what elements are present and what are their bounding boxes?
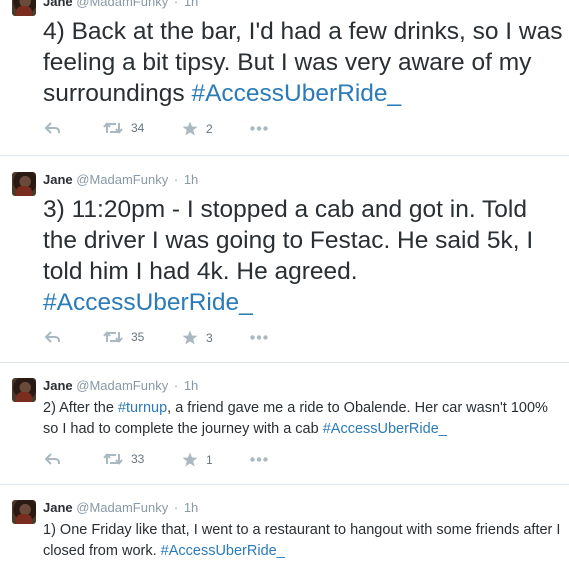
- ellipsis-icon: [250, 126, 268, 131]
- hashtag-link[interactable]: #turnup: [118, 400, 167, 416]
- hashtag-link[interactable]: #AccessUberRide_: [161, 543, 285, 559]
- retweet-button[interactable]: 34: [103, 121, 144, 135]
- tweet-1: Jane @MadamFunky · 1h 1) One Friday like…: [0, 485, 569, 570]
- tweet-text: 3) 11:20pm - I stopped a cab and got in.…: [43, 194, 563, 318]
- retweet-button[interactable]: 33: [103, 452, 144, 466]
- avatar[interactable]: [12, 500, 36, 524]
- tweet-text-part: 2) After the: [43, 400, 118, 416]
- more-button[interactable]: [250, 457, 268, 462]
- tweet-2: Jane @MadamFunky · 1h 2) After the #turn…: [0, 363, 569, 481]
- tweet-header: Jane @MadamFunky · 1h: [43, 0, 198, 9]
- retweet-button[interactable]: 35: [103, 330, 144, 344]
- separator-dot: ·: [173, 378, 179, 393]
- author-handle[interactable]: @MadamFunky: [76, 172, 168, 187]
- reply-icon: [45, 122, 60, 134]
- favorite-button[interactable]: 3: [182, 330, 213, 345]
- tweet-text: 4) Back at the bar, I'd had a few drinks…: [43, 16, 563, 109]
- author-handle[interactable]: @MadamFunky: [76, 378, 168, 393]
- tweet-text-body: 3) 11:20pm - I stopped a cab and got in.…: [43, 196, 534, 285]
- author-name[interactable]: Jane: [43, 500, 73, 515]
- favorite-button[interactable]: 1: [182, 452, 213, 467]
- hashtag-link[interactable]: #AccessUberRide_: [323, 421, 447, 437]
- star-icon: [182, 121, 198, 136]
- tweet-header: Jane @MadamFunky · 1h: [43, 378, 198, 393]
- tweet-header: Jane @MadamFunky · 1h: [43, 500, 198, 515]
- author-name[interactable]: Jane: [43, 172, 73, 187]
- retweet-icon: [103, 453, 123, 465]
- tweet-actions: 34 2: [43, 121, 343, 141]
- retweet-count: 35: [131, 330, 145, 344]
- hashtag-link[interactable]: #AccessUberRide_: [43, 289, 253, 316]
- avatar[interactable]: [12, 378, 36, 402]
- author-handle[interactable]: @MadamFunky: [76, 500, 168, 515]
- timestamp[interactable]: 1h: [184, 378, 198, 393]
- star-icon: [182, 452, 198, 467]
- timestamp[interactable]: 1h: [184, 0, 198, 9]
- retweet-count: 34: [131, 121, 145, 135]
- tweet-actions: 33 1: [43, 452, 343, 472]
- avatar[interactable]: [12, 0, 36, 16]
- author-handle[interactable]: @MadamFunky: [76, 0, 168, 9]
- author-name[interactable]: Jane: [43, 0, 73, 9]
- more-button[interactable]: [250, 126, 268, 131]
- favorite-count: 2: [206, 121, 213, 136]
- tweet-text: 1) One Friday like that, I went to a res…: [43, 520, 563, 562]
- tweet-header: Jane @MadamFunky · 1h: [43, 172, 198, 187]
- separator-dot: ·: [173, 0, 179, 9]
- tweet-4: Jane @MadamFunky · 1h 4) Back at the bar…: [0, 0, 569, 152]
- reply-icon: [45, 331, 60, 343]
- separator-dot: ·: [173, 500, 179, 515]
- reply-button[interactable]: [45, 330, 61, 344]
- timestamp[interactable]: 1h: [184, 500, 198, 515]
- favorite-count: 3: [206, 330, 213, 345]
- tweet-actions: 35 3: [43, 330, 343, 350]
- tweet-text-body: 1) One Friday like that, I went to a res…: [43, 522, 561, 559]
- hashtag-link[interactable]: #AccessUberRide_: [191, 80, 401, 107]
- ellipsis-icon: [250, 457, 268, 462]
- tweet-text: 2) After the #turnup, a friend gave me a…: [43, 398, 563, 440]
- separator-dot: ·: [173, 172, 179, 187]
- favorite-count: 1: [206, 452, 213, 467]
- retweet-icon: [103, 331, 123, 343]
- retweet-count: 33: [131, 452, 145, 466]
- timestamp[interactable]: 1h: [184, 172, 198, 187]
- reply-icon: [45, 453, 60, 465]
- ellipsis-icon: [250, 335, 268, 340]
- tweet-3: Jane @MadamFunky · 1h 3) 11:20pm - I sto…: [0, 156, 569, 361]
- reply-button[interactable]: [45, 121, 61, 135]
- more-button[interactable]: [250, 335, 268, 340]
- retweet-icon: [103, 122, 123, 134]
- favorite-button[interactable]: 2: [182, 121, 213, 136]
- reply-button[interactable]: [45, 452, 61, 466]
- star-icon: [182, 330, 198, 345]
- avatar[interactable]: [12, 172, 36, 196]
- author-name[interactable]: Jane: [43, 378, 73, 393]
